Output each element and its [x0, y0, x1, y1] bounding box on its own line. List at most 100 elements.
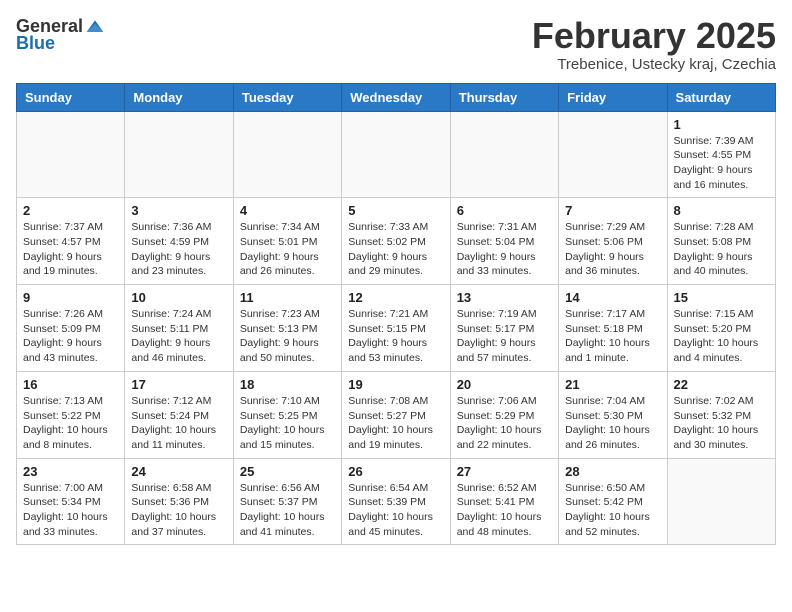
day-info: Sunrise: 6:50 AM Sunset: 5:42 PM Dayligh…: [565, 481, 660, 540]
calendar-cell: 15 Sunrise: 7:15 AM Sunset: 5:20 PM Dayli…: [667, 285, 775, 372]
calendar-cell: [125, 111, 233, 198]
day-info: Sunrise: 7:39 AM Sunset: 4:55 PM Dayligh…: [674, 134, 769, 193]
calendar-cell: 27 Sunrise: 6:52 AM Sunset: 5:41 PM Dayli…: [450, 458, 558, 545]
calendar-cell: 1 Sunrise: 7:39 AM Sunset: 4:55 PM Daylig…: [667, 111, 775, 198]
calendar-cell: 25 Sunrise: 6:56 AM Sunset: 5:37 PM Dayli…: [233, 458, 341, 545]
day-number: 26: [348, 464, 443, 479]
day-number: 18: [240, 377, 335, 392]
calendar-header-row: SundayMondayTuesdayWednesdayThursdayFrid…: [17, 83, 776, 111]
day-info: Sunrise: 7:23 AM Sunset: 5:13 PM Dayligh…: [240, 307, 335, 366]
day-info: Sunrise: 7:26 AM Sunset: 5:09 PM Dayligh…: [23, 307, 118, 366]
weekday-header-tuesday: Tuesday: [233, 83, 341, 111]
weekday-header-wednesday: Wednesday: [342, 83, 450, 111]
weekday-header-friday: Friday: [559, 83, 667, 111]
location-text: Trebenice, Ustecky kraj, Czechia: [532, 56, 776, 73]
day-info: Sunrise: 7:36 AM Sunset: 4:59 PM Dayligh…: [131, 220, 226, 279]
day-info: Sunrise: 7:06 AM Sunset: 5:29 PM Dayligh…: [457, 394, 552, 453]
day-number: 10: [131, 290, 226, 305]
day-number: 3: [131, 203, 226, 218]
calendar-week-3: 9Sunrise: 7:26 AM Sunset: 5:09 PM Daylig…: [17, 285, 776, 372]
calendar-cell: 10 Sunrise: 7:24 AM Sunset: 5:11 PM Dayli…: [125, 285, 233, 372]
day-info: Sunrise: 7:24 AM Sunset: 5:11 PM Dayligh…: [131, 307, 226, 366]
calendar-cell: 4 Sunrise: 7:34 AM Sunset: 5:01 PM Daylig…: [233, 198, 341, 285]
day-number: 20: [457, 377, 552, 392]
day-number: 6: [457, 203, 552, 218]
day-number: 28: [565, 464, 660, 479]
weekday-header-saturday: Saturday: [667, 83, 775, 111]
calendar-cell: 24 Sunrise: 6:58 AM Sunset: 5:36 PM Dayli…: [125, 458, 233, 545]
calendar-cell: [17, 111, 125, 198]
calendar-cell: [450, 111, 558, 198]
page-header: General Blue February 2025 Trebenice, Us…: [16, 16, 776, 73]
day-number: 24: [131, 464, 226, 479]
day-info: Sunrise: 7:33 AM Sunset: 5:02 PM Dayligh…: [348, 220, 443, 279]
day-info: Sunrise: 7:21 AM Sunset: 5:15 PM Dayligh…: [348, 307, 443, 366]
day-info: Sunrise: 7:15 AM Sunset: 5:20 PM Dayligh…: [674, 307, 769, 366]
calendar-week-5: 23Sunrise: 7:00 AM Sunset: 5:34 PM Dayli…: [17, 458, 776, 545]
weekday-header-sunday: Sunday: [17, 83, 125, 111]
calendar-cell: [233, 111, 341, 198]
calendar-cell: 8 Sunrise: 7:28 AM Sunset: 5:08 PM Daylig…: [667, 198, 775, 285]
calendar-cell: 21Sunrise: 7:04 AM Sunset: 5:30 PM Dayli…: [559, 371, 667, 458]
day-number: 25: [240, 464, 335, 479]
day-number: 17: [131, 377, 226, 392]
calendar-cell: 6 Sunrise: 7:31 AM Sunset: 5:04 PM Daylig…: [450, 198, 558, 285]
day-number: 2: [23, 203, 118, 218]
weekday-header-thursday: Thursday: [450, 83, 558, 111]
day-number: 1: [674, 117, 769, 132]
day-number: 5: [348, 203, 443, 218]
calendar-cell: 16 Sunrise: 7:13 AM Sunset: 5:22 PM Dayli…: [17, 371, 125, 458]
day-info: Sunrise: 7:19 AM Sunset: 5:17 PM Dayligh…: [457, 307, 552, 366]
calendar-cell: 17Sunrise: 7:12 AM Sunset: 5:24 PM Dayli…: [125, 371, 233, 458]
day-info: Sunrise: 6:52 AM Sunset: 5:41 PM Dayligh…: [457, 481, 552, 540]
day-number: 27: [457, 464, 552, 479]
day-info: Sunrise: 6:54 AM Sunset: 5:39 PM Dayligh…: [348, 481, 443, 540]
day-info: Sunrise: 7:02 AM Sunset: 5:32 PM Dayligh…: [674, 394, 769, 453]
day-info: Sunrise: 7:28 AM Sunset: 5:08 PM Dayligh…: [674, 220, 769, 279]
calendar-week-2: 2 Sunrise: 7:37 AM Sunset: 4:57 PM Daylig…: [17, 198, 776, 285]
day-info: Sunrise: 7:31 AM Sunset: 5:04 PM Dayligh…: [457, 220, 552, 279]
calendar-cell: [667, 458, 775, 545]
day-number: 7: [565, 203, 660, 218]
calendar-week-4: 16 Sunrise: 7:13 AM Sunset: 5:22 PM Dayli…: [17, 371, 776, 458]
day-number: 12: [348, 290, 443, 305]
title-section: February 2025 Trebenice, Ustecky kraj, C…: [532, 16, 776, 73]
logo-blue-text: Blue: [16, 33, 55, 54]
day-info: Sunrise: 7:17 AM Sunset: 5:18 PM Dayligh…: [565, 307, 660, 366]
calendar-cell: 13 Sunrise: 7:19 AM Sunset: 5:17 PM Dayli…: [450, 285, 558, 372]
calendar-cell: 5 Sunrise: 7:33 AM Sunset: 5:02 PM Daylig…: [342, 198, 450, 285]
calendar-cell: 19Sunrise: 7:08 AM Sunset: 5:27 PM Dayli…: [342, 371, 450, 458]
day-number: 8: [674, 203, 769, 218]
day-info: Sunrise: 7:29 AM Sunset: 5:06 PM Dayligh…: [565, 220, 660, 279]
day-number: 14: [565, 290, 660, 305]
day-info: Sunrise: 7:08 AM Sunset: 5:27 PM Dayligh…: [348, 394, 443, 453]
calendar-cell: 2 Sunrise: 7:37 AM Sunset: 4:57 PM Daylig…: [17, 198, 125, 285]
day-info: Sunrise: 6:58 AM Sunset: 5:36 PM Dayligh…: [131, 481, 226, 540]
calendar-cell: [559, 111, 667, 198]
day-number: 15: [674, 290, 769, 305]
calendar-cell: 22Sunrise: 7:02 AM Sunset: 5:32 PM Dayli…: [667, 371, 775, 458]
day-number: 16: [23, 377, 118, 392]
day-info: Sunrise: 7:37 AM Sunset: 4:57 PM Dayligh…: [23, 220, 118, 279]
day-info: Sunrise: 7:13 AM Sunset: 5:22 PM Dayligh…: [23, 394, 118, 453]
calendar-cell: 26 Sunrise: 6:54 AM Sunset: 5:39 PM Dayli…: [342, 458, 450, 545]
day-number: 4: [240, 203, 335, 218]
calendar-table: SundayMondayTuesdayWednesdayThursdayFrid…: [16, 83, 776, 546]
day-info: Sunrise: 6:56 AM Sunset: 5:37 PM Dayligh…: [240, 481, 335, 540]
day-number: 21: [565, 377, 660, 392]
calendar-cell: 3 Sunrise: 7:36 AM Sunset: 4:59 PM Daylig…: [125, 198, 233, 285]
day-number: 13: [457, 290, 552, 305]
calendar-cell: 12 Sunrise: 7:21 AM Sunset: 5:15 PM Dayli…: [342, 285, 450, 372]
day-info: Sunrise: 7:34 AM Sunset: 5:01 PM Dayligh…: [240, 220, 335, 279]
logo-icon: [85, 17, 105, 37]
day-number: 23: [23, 464, 118, 479]
calendar-cell: 9Sunrise: 7:26 AM Sunset: 5:09 PM Daylig…: [17, 285, 125, 372]
calendar-cell: 28 Sunrise: 6:50 AM Sunset: 5:42 PM Dayli…: [559, 458, 667, 545]
weekday-header-monday: Monday: [125, 83, 233, 111]
month-title: February 2025: [532, 16, 776, 56]
calendar-cell: 23Sunrise: 7:00 AM Sunset: 5:34 PM Dayli…: [17, 458, 125, 545]
day-info: Sunrise: 7:10 AM Sunset: 5:25 PM Dayligh…: [240, 394, 335, 453]
calendar-cell: 11Sunrise: 7:23 AM Sunset: 5:13 PM Dayli…: [233, 285, 341, 372]
calendar-cell: 7 Sunrise: 7:29 AM Sunset: 5:06 PM Daylig…: [559, 198, 667, 285]
calendar-cell: 18 Sunrise: 7:10 AM Sunset: 5:25 PM Dayli…: [233, 371, 341, 458]
